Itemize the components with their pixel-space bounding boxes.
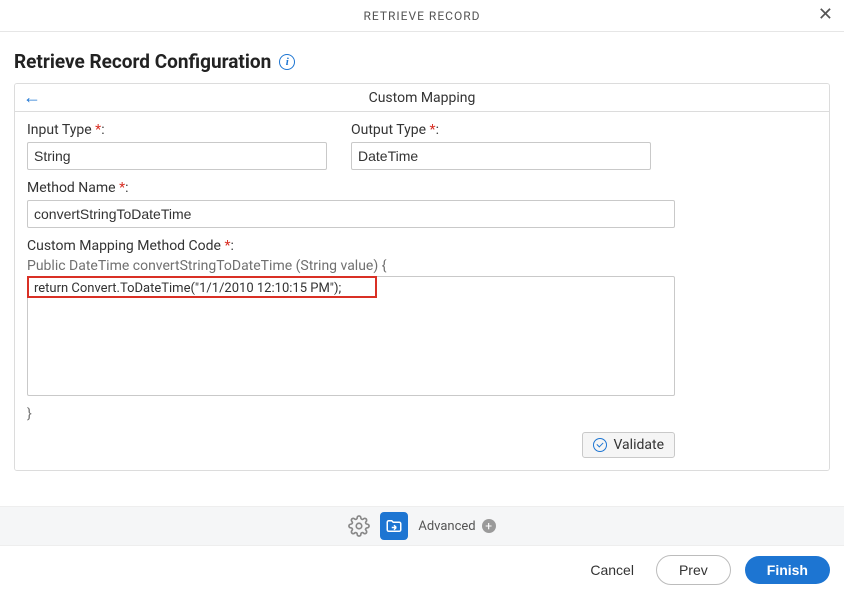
- page-title-row: Retrieve Record Configuration i: [0, 32, 844, 83]
- page-title: Retrieve Record Configuration: [14, 50, 271, 73]
- bottom-toolbar: Advanced +: [0, 506, 844, 546]
- panel-body: Input Type *: Output Type *: Method Name…: [15, 112, 829, 470]
- close-icon[interactable]: ✕: [818, 6, 834, 24]
- cancel-button[interactable]: Cancel: [582, 556, 642, 584]
- output-type-field[interactable]: [351, 142, 651, 170]
- close-brace: }: [27, 406, 817, 422]
- prev-button[interactable]: Prev: [656, 555, 731, 585]
- code-textarea[interactable]: [27, 276, 675, 396]
- folder-button[interactable]: [380, 512, 408, 540]
- custom-mapping-panel: ← Custom Mapping Input Type *: Output Ty…: [14, 83, 830, 471]
- gear-icon[interactable]: [348, 515, 370, 537]
- info-icon[interactable]: i: [279, 54, 295, 70]
- plus-icon: +: [482, 519, 496, 533]
- title-bar: RETRIEVE RECORD ✕: [0, 0, 844, 32]
- back-arrow-icon[interactable]: ←: [23, 89, 41, 107]
- method-signature: Public DateTime convertStringToDateTime …: [27, 258, 817, 274]
- output-type-label: Output Type *:: [351, 122, 651, 138]
- check-icon: [593, 438, 607, 452]
- method-name-label: Method Name *:: [27, 180, 817, 196]
- validate-button[interactable]: Validate: [582, 432, 675, 458]
- window-title: RETRIEVE RECORD: [364, 9, 481, 23]
- code-label: Custom Mapping Method Code *:: [27, 238, 817, 254]
- advanced-toggle[interactable]: Advanced +: [418, 519, 495, 534]
- footer-bar: Cancel Prev Finish: [0, 546, 844, 594]
- folder-icon: [385, 517, 403, 535]
- input-type-field[interactable]: [27, 142, 327, 170]
- method-name-field[interactable]: [27, 200, 675, 228]
- input-type-label: Input Type *:: [27, 122, 327, 138]
- panel-header: ← Custom Mapping: [15, 84, 829, 112]
- finish-button[interactable]: Finish: [745, 556, 830, 584]
- panel-title: Custom Mapping: [369, 90, 476, 106]
